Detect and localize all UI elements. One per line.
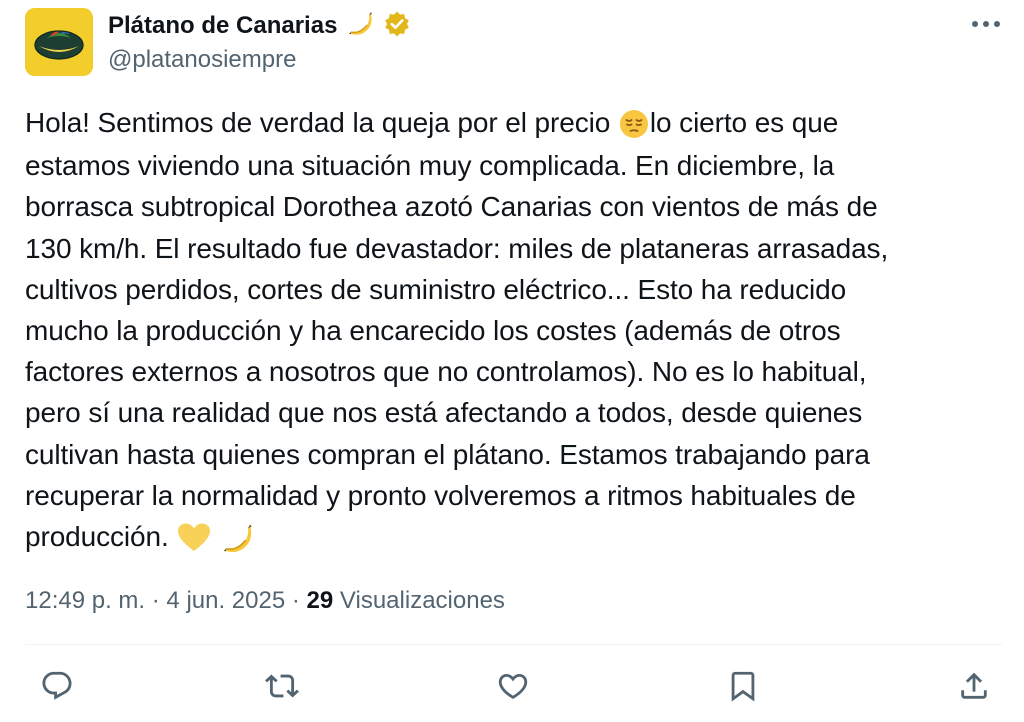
- tweet-date[interactable]: 4 jun. 2025: [166, 587, 285, 614]
- tweet-line: producción.: [25, 516, 985, 559]
- tweet-line: pero sí una realidad que nos está afecta…: [25, 397, 863, 429]
- views-label: Visualizaciones: [339, 587, 505, 614]
- verified-badge-icon[interactable]: [383, 10, 411, 43]
- tweet-line: cultivan hasta quienes compran el plátan…: [25, 438, 870, 470]
- retweet-button[interactable]: [260, 664, 304, 708]
- meta-separator: ·: [291, 587, 300, 614]
- like-button[interactable]: [491, 664, 535, 708]
- views-count: 29: [306, 587, 334, 614]
- tweet-line-text: producción.: [25, 521, 169, 553]
- tweet-line: 130 km/h. El resultado fue devastador: m…: [25, 232, 889, 264]
- avatar[interactable]: [25, 8, 93, 76]
- tweet-line-text: Hola! Sentimos de verdad la queja por el…: [25, 107, 611, 138]
- tweet-line: mucho la producción y ha encarecido los …: [25, 315, 841, 347]
- tweet-line: estamos viviendo una situación muy compl…: [25, 150, 835, 182]
- pensive-face-icon: [618, 104, 650, 145]
- reply-button[interactable]: [35, 664, 79, 708]
- author-handle[interactable]: @platanosiempre: [108, 44, 296, 76]
- more-dots-icon: [972, 21, 1000, 27]
- tweet-line: recuperar la normalidad y pronto volvere…: [25, 479, 856, 511]
- divider: [25, 644, 1002, 645]
- tweet-time[interactable]: 12:49 p. m.: [25, 587, 145, 614]
- author-name-row: Plátano de Canarias: [108, 8, 411, 44]
- tweet-line-text: lo cierto es que: [649, 107, 839, 138]
- retweet-icon: [265, 674, 299, 698]
- tweet-text: Hola! Sentimos de verdad la queja por el…: [25, 102, 985, 559]
- platano-de-canarias-logo: [25, 8, 93, 76]
- tweet-line: factores externos a nosotros que no cont…: [25, 356, 867, 388]
- banana-icon: [346, 10, 374, 43]
- meta-separator: ·: [151, 587, 160, 614]
- more-options-button[interactable]: [964, 10, 1008, 38]
- tweet-line: Hola! Sentimos de verdad la queja por el…: [25, 102, 985, 145]
- bookmark-button[interactable]: [721, 664, 765, 708]
- tweet-meta: 12:49 p. m. · 4 jun. 2025 · 29 Visualiza…: [25, 584, 505, 618]
- bookmark-icon: [731, 671, 755, 702]
- tweet-line: cultivos perdidos, cortes de suministro …: [25, 273, 847, 305]
- author-display-name[interactable]: Plátano de Canarias: [108, 8, 337, 44]
- like-icon: [498, 673, 528, 699]
- banana-icon: [220, 518, 254, 559]
- reply-icon: [42, 671, 72, 700]
- yellow-heart-icon: [176, 518, 212, 559]
- tweet-line: borrasca subtropical Dorothea azotó Cana…: [25, 191, 878, 223]
- share-icon: [961, 672, 987, 699]
- share-button[interactable]: [952, 664, 996, 708]
